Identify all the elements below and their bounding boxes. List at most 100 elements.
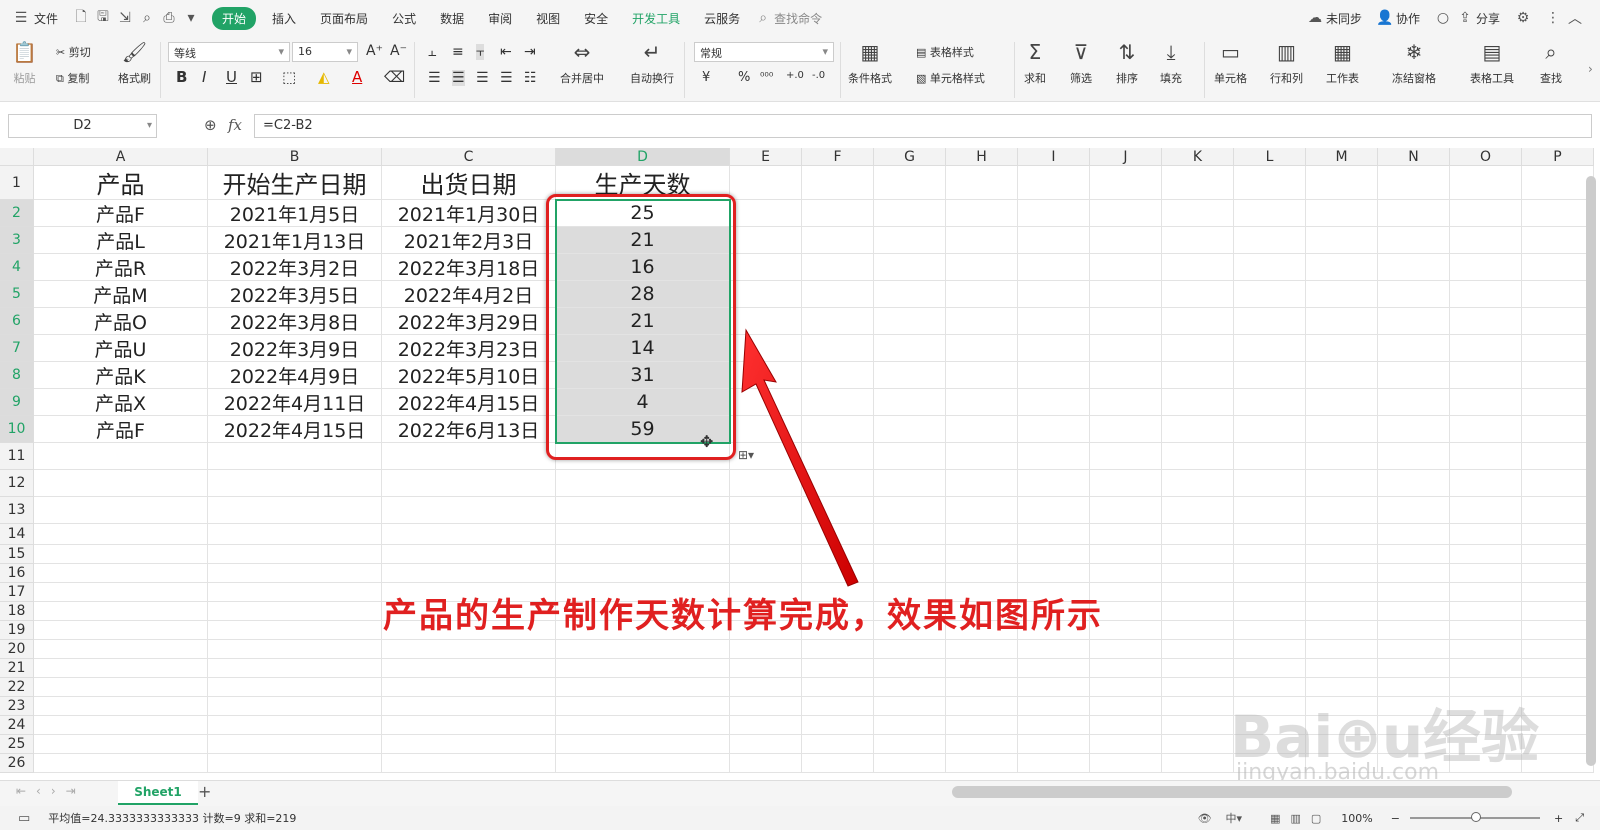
table-cell[interactable]: 2022年3月2日	[208, 254, 382, 281]
table-cell[interactable]	[1234, 227, 1306, 254]
table-cell[interactable]	[1378, 389, 1450, 416]
table-cell[interactable]	[874, 443, 946, 470]
row-header[interactable]: 20	[0, 640, 34, 659]
table-cell[interactable]	[802, 678, 874, 697]
column-header[interactable]: B	[208, 148, 382, 166]
table-cell[interactable]	[1018, 697, 1090, 716]
border-icon[interactable]: ⊞	[250, 68, 263, 86]
thousands-icon[interactable]: ⁰⁰⁰	[760, 70, 773, 83]
table-cell[interactable]	[1522, 254, 1594, 281]
row-header[interactable]: 26	[0, 754, 34, 773]
table-cell[interactable]	[1162, 659, 1234, 678]
table-cell[interactable]	[34, 602, 208, 621]
table-cell[interactable]	[208, 524, 382, 545]
table-cell[interactable]	[874, 735, 946, 754]
table-cell[interactable]	[1090, 640, 1162, 659]
row-col-button[interactable]: ▥ 行和列	[1270, 40, 1303, 86]
table-cell[interactable]	[802, 640, 874, 659]
table-cell[interactable]	[1162, 362, 1234, 389]
column-header[interactable]: G	[874, 148, 946, 166]
table-cell[interactable]	[1378, 497, 1450, 524]
table-cell[interactable]	[1162, 545, 1234, 564]
table-cell[interactable]	[1450, 470, 1522, 497]
table-cell[interactable]	[1234, 200, 1306, 227]
column-header[interactable]: A	[34, 148, 208, 166]
table-cell[interactable]	[556, 754, 730, 773]
table-cell[interactable]	[802, 735, 874, 754]
table-cell[interactable]	[874, 166, 946, 200]
table-cell[interactable]	[1090, 754, 1162, 773]
table-cell[interactable]	[1162, 716, 1234, 735]
table-cell[interactable]: 2022年4月2日	[382, 281, 556, 308]
table-cell[interactable]	[1306, 227, 1378, 254]
table-cell[interactable]	[802, 227, 874, 254]
zoom-formula-icon[interactable]: ⊕	[204, 116, 217, 134]
table-cell[interactable]	[1090, 443, 1162, 470]
column-header[interactable]: L	[1234, 148, 1306, 166]
table-cell[interactable]	[1090, 416, 1162, 443]
table-cell[interactable]	[1306, 524, 1378, 545]
table-cell[interactable]	[1162, 564, 1234, 583]
table-cell[interactable]	[1162, 602, 1234, 621]
table-cell[interactable]: 2022年4月9日	[208, 362, 382, 389]
table-cell[interactable]	[1018, 497, 1090, 524]
wrap-text-button[interactable]: ↵ 自动换行	[630, 40, 674, 86]
table-cell[interactable]	[34, 621, 208, 640]
row-header[interactable]: 11	[0, 443, 34, 470]
table-cell[interactable]: 2022年6月13日	[382, 416, 556, 443]
table-cell[interactable]: 产品K	[34, 362, 208, 389]
table-cell[interactable]	[208, 545, 382, 564]
sum-button[interactable]: Σ 求和	[1024, 40, 1046, 86]
table-cell[interactable]	[1234, 545, 1306, 564]
table-cell[interactable]: 2021年1月30日	[382, 200, 556, 227]
table-cell[interactable]	[946, 659, 1018, 678]
table-cell[interactable]	[1018, 227, 1090, 254]
align-middle-icon[interactable]: ≡	[452, 44, 464, 60]
table-cell[interactable]	[1018, 254, 1090, 281]
table-cell[interactable]	[34, 564, 208, 583]
table-cell[interactable]	[1306, 583, 1378, 602]
customize-icon[interactable]: ▾	[180, 10, 202, 26]
table-cell[interactable]	[208, 697, 382, 716]
tab-security[interactable]: 安全	[572, 10, 620, 27]
table-cell[interactable]	[1378, 227, 1450, 254]
italic-icon[interactable]: I	[202, 68, 206, 86]
table-cell[interactable]	[1090, 497, 1162, 524]
table-cell[interactable]	[874, 200, 946, 227]
table-cell[interactable]	[946, 416, 1018, 443]
table-cell[interactable]	[382, 524, 556, 545]
table-cell[interactable]	[1234, 497, 1306, 524]
table-cell[interactable]	[946, 281, 1018, 308]
table-cell[interactable]	[34, 470, 208, 497]
table-cell[interactable]	[946, 640, 1018, 659]
table-cell[interactable]	[1522, 470, 1594, 497]
table-cell[interactable]	[1018, 470, 1090, 497]
table-cell[interactable]	[1090, 200, 1162, 227]
zoom-out-icon[interactable]: −	[1391, 812, 1400, 825]
table-cell[interactable]	[1450, 602, 1522, 621]
table-cell[interactable]	[946, 362, 1018, 389]
table-cell[interactable]	[874, 497, 946, 524]
table-cell[interactable]	[946, 697, 1018, 716]
table-cell[interactable]	[946, 545, 1018, 564]
table-cell[interactable]	[1090, 735, 1162, 754]
table-cell[interactable]	[1522, 166, 1594, 200]
table-cell[interactable]	[208, 602, 382, 621]
paste-button[interactable]: 📋 粘贴	[12, 40, 37, 86]
table-cell[interactable]	[1090, 281, 1162, 308]
table-cell[interactable]	[1162, 227, 1234, 254]
table-cell[interactable]	[1450, 416, 1522, 443]
sync-status[interactable]: 未同步	[1326, 10, 1374, 27]
font-name-select[interactable]: 等线 ▾	[168, 42, 290, 62]
table-cell[interactable]	[1234, 470, 1306, 497]
table-cell[interactable]	[1162, 621, 1234, 640]
table-cell[interactable]	[208, 583, 382, 602]
table-cell[interactable]: 2021年1月5日	[208, 200, 382, 227]
table-cell[interactable]	[1090, 227, 1162, 254]
table-cell[interactable]	[382, 497, 556, 524]
table-cell[interactable]	[1450, 659, 1522, 678]
table-cell[interactable]	[1162, 497, 1234, 524]
row-header[interactable]: 25	[0, 735, 34, 754]
column-header[interactable]: F	[802, 148, 874, 166]
table-cell[interactable]	[730, 659, 802, 678]
